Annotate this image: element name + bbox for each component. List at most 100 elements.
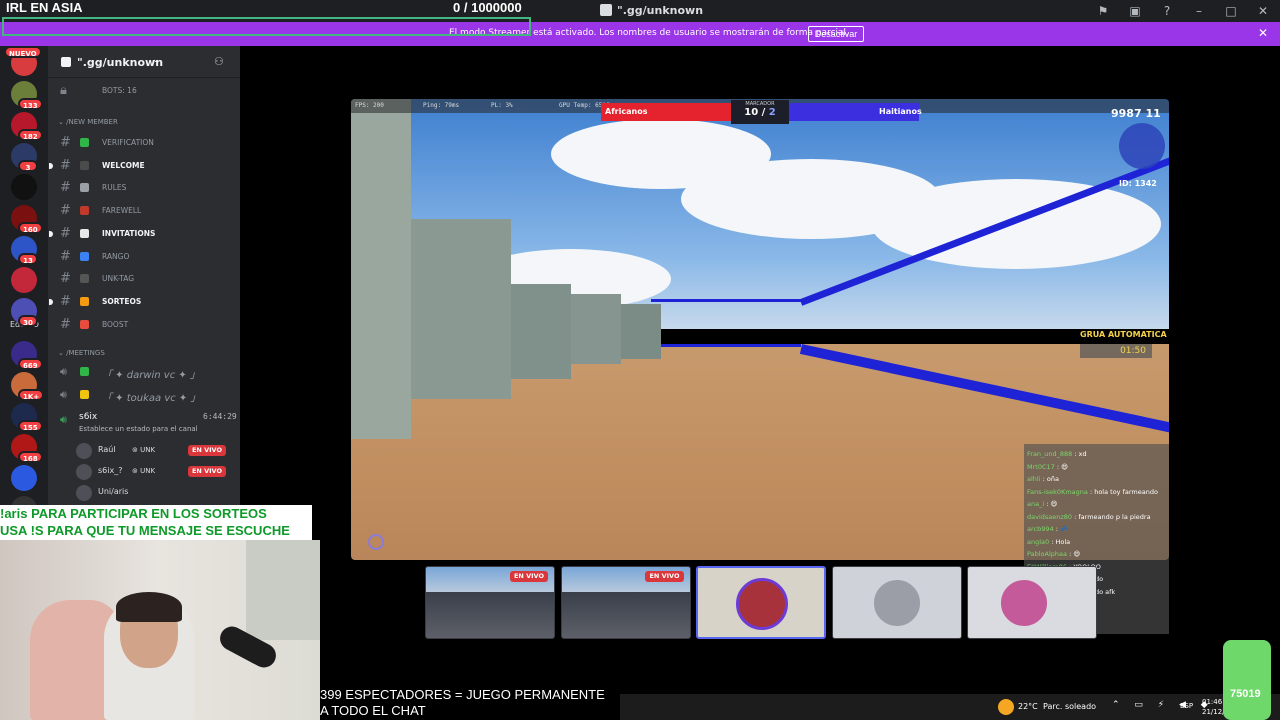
auto-crane-timer: 01:50 (1080, 344, 1152, 358)
stream-thumbnail[interactable]: EN VIVO (425, 566, 555, 639)
category-new-member[interactable]: ⌄ /NEW MEMBER (58, 118, 118, 126)
help-icon[interactable]: ? (1158, 2, 1176, 20)
voice-user[interactable]: Uni/aris (76, 483, 234, 503)
team-right-bar: Haitianos (789, 103, 922, 121)
server-icon[interactable] (11, 267, 37, 293)
banner-close-icon[interactable]: ✕ (1256, 26, 1270, 40)
channel-label: RANGO (102, 251, 130, 261)
close-window-icon[interactable]: ✕ (1254, 2, 1272, 20)
building (571, 294, 621, 364)
inbox-icon[interactable]: ▣ (1126, 2, 1144, 20)
channel-emoji-icon (80, 160, 89, 170)
flag-icon[interactable]: ⚑ (1094, 2, 1112, 20)
disable-streamer-mode-button[interactable]: Desactivar (808, 26, 864, 42)
chat-text: : oña (1042, 475, 1059, 483)
player-id: ID: 1342 (1119, 179, 1157, 188)
system-tray-icons[interactable]: ⌃ ▭ ⚡ ◀ ◆ (1112, 700, 1214, 710)
channel-unk-tag[interactable]: # UNK-TAG (56, 269, 234, 289)
stream-thumbnail[interactable] (967, 566, 1097, 639)
channel-rules[interactable]: # RULES (56, 178, 234, 198)
hash-icon: # (60, 225, 71, 241)
weather-temp[interactable]: 22°C (1018, 702, 1038, 711)
score-left: 10 (744, 107, 759, 118)
channel-boost[interactable]: # BOOST (56, 315, 234, 335)
weather-condition[interactable]: Parc. soleado (1043, 702, 1096, 711)
channel-label: WELCOME (102, 160, 145, 170)
category-chevron-icon: ⌄ (58, 349, 67, 357)
server-badge: 155 (18, 420, 43, 432)
voice-user[interactable]: Raúl ⊚ UNK EN VIVO (76, 441, 234, 461)
category-meetings[interactable]: ⌄ /MEETINGS (58, 349, 105, 357)
unread-indicator (49, 298, 53, 305)
webcam-feed (0, 540, 320, 720)
language-indicator[interactable]: ESP (1180, 702, 1193, 710)
channel-farewell[interactable]: # FAREWELL (56, 201, 234, 221)
hash-icon: # (60, 203, 71, 219)
chat-message: ana_i : 😄 (1027, 500, 1057, 508)
game-logo (1119, 123, 1165, 169)
building (621, 304, 661, 359)
packet-loss-stat: PL: 3% (491, 102, 513, 109)
channel-rango[interactable]: # RANGO (56, 247, 234, 267)
server-badge: 133 (18, 98, 43, 110)
voice-user[interactable]: s6ix_? ⊚ UNK EN VIVO (76, 462, 234, 482)
maximize-icon[interactable]: □ (1222, 2, 1240, 20)
chat-text: : hola toy farmeando (1089, 487, 1158, 496)
hash-icon: # (60, 157, 71, 173)
voice-channel-label: 「 ✦ toukaa vc ✦ 」 (102, 393, 201, 404)
bots-channel[interactable]: 🔒︎ BOTS: 16 (56, 81, 234, 101)
chat-text: : 😄 (1046, 500, 1058, 508)
chat-user: Fans-isek0Kmagna (1027, 487, 1088, 496)
window (246, 540, 320, 640)
server-badge: NUEVO (4, 46, 42, 58)
channel-label: UNK-TAG (102, 274, 135, 284)
taskbar: 22°C Parc. soleado ⌃ ▭ ⚡ ◀ ◆ ESP 01:46 2… (620, 694, 1280, 720)
voice-status-text[interactable]: Establece un estado para el canal (79, 425, 198, 433)
chat-message: PabloAlphaa : 😄 (1027, 550, 1080, 558)
cursor-icon (368, 534, 384, 550)
chat-user: Fran_und_888 (1027, 450, 1073, 458)
channel-sorteos[interactable]: # SORTEOS (49, 292, 234, 312)
speaker-icon: 🔊︎ (60, 365, 67, 378)
server-icon[interactable] (11, 174, 37, 200)
live-badge: EN VIVO (188, 466, 226, 477)
voice-channel[interactable]: 🔊︎ 「 ✦ toukaa vc ✦ 」 (56, 385, 234, 405)
channel-label: BOOST (102, 319, 129, 329)
stream-thumbnail[interactable] (696, 566, 826, 639)
channel-invitations[interactable]: # INVITATIONS (49, 224, 234, 244)
chat-text: : 😄 (1056, 462, 1068, 471)
chat-message: alhli : oña (1027, 475, 1059, 483)
live-badge: EN VIVO (509, 571, 548, 582)
weather-icon[interactable] (998, 699, 1014, 715)
chat-text: : 💤 (1055, 525, 1069, 533)
add-member-icon[interactable]: ⚇ (214, 55, 224, 68)
viewer-goal-text: 399 ESPECTADORES = JUEGO PERMANENTE A TO… (320, 687, 620, 719)
donation-counter: 75019 (1230, 688, 1261, 700)
chat-message: Fran_und_888 : xd (1027, 450, 1087, 458)
chat-user: angla0 (1027, 537, 1050, 546)
server-badge: 1K+ (18, 389, 45, 401)
server-badge: 168 (18, 451, 43, 463)
wall (351, 99, 411, 439)
user-avatar (870, 577, 923, 629)
server-icon[interactable] (11, 465, 37, 491)
channel-welcome[interactable]: # WELCOME (49, 156, 234, 176)
live-badge: EN VIVO (188, 445, 226, 456)
speaker-icon: 🔊︎ (60, 413, 67, 426)
stream-thumbnail[interactable]: EN VIVO (560, 566, 691, 639)
minimize-icon[interactable]: – (1190, 2, 1208, 20)
chevron-down-icon: ⌄ (152, 55, 160, 65)
boundary-line (661, 344, 801, 347)
server-header[interactable]: ".gg/unknown ⌄ ⚇ (48, 46, 240, 78)
server-badge: 669 (18, 358, 43, 370)
channel-verification[interactable]: # VERIFICATION (56, 133, 234, 153)
voice-channel[interactable]: 🔊︎ 「 ✦ darwin vc ✦ 」 (56, 362, 234, 382)
active-voice-channel[interactable]: 🔊︎ s6ix 6:44:29 Establece un estado para… (56, 410, 237, 436)
channel-label: FAREWELL (102, 206, 142, 216)
donation-bottle-icon (1223, 640, 1271, 720)
channel-label: SORTEOS (102, 296, 142, 306)
stream-thumbnail[interactable] (831, 566, 962, 639)
chat-text: : farmeando p la piedra (1074, 512, 1151, 521)
notice-line-1: !aris PARA PARTICIPAR EN LOS SORTEOS (0, 506, 267, 521)
unread-indicator (49, 162, 53, 169)
